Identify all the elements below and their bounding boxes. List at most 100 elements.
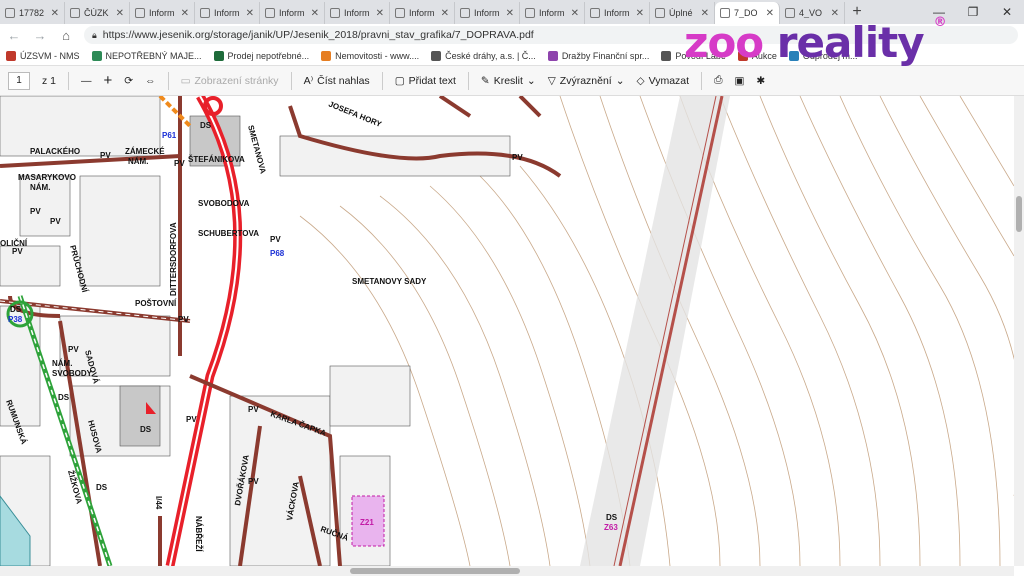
close-window-button[interactable]: ✕: [990, 5, 1024, 19]
label-pv-8: PV: [512, 153, 523, 162]
pdf-toolbar: 1 z 1 — + ⟳ ⇔ ▭ Zobrazení stránky A⁾ Číst …: [0, 66, 1024, 96]
close-icon[interactable]: ✕: [246, 8, 254, 19]
label-schubertova: SCHUBERTOVA: [198, 229, 259, 238]
horizontal-scrollbar[interactable]: [0, 566, 1014, 576]
tab-label: Inform: [604, 8, 630, 18]
close-icon[interactable]: ✕: [181, 8, 189, 19]
tab-label: Inform: [539, 8, 565, 18]
highlight-icon: ▽: [547, 74, 556, 87]
close-icon[interactable]: ✕: [376, 8, 384, 19]
home-icon[interactable]: ⌂: [58, 28, 74, 43]
vertical-scroll-thumb[interactable]: [1016, 196, 1022, 232]
close-icon[interactable]: ✕: [311, 8, 319, 19]
bookmark-item[interactable]: ÚZSVM - NMS: [6, 50, 80, 61]
tab-6[interactable]: Inform ✕: [390, 2, 455, 24]
erase-button[interactable]: ◇ Vymazat: [637, 75, 690, 87]
close-icon[interactable]: ✕: [506, 8, 514, 19]
pin-icon[interactable]: ✱: [756, 75, 765, 87]
chevron-down-icon: ⌄: [526, 74, 536, 87]
fit-page-icon[interactable]: ⇔: [145, 75, 156, 87]
tab-9[interactable]: Inform ✕: [585, 2, 650, 24]
bookmark-icon: [6, 50, 16, 61]
page-view-button[interactable]: ▭ Zobrazení stránky: [181, 75, 279, 87]
label-josefa-hory: JOSEFA HORY: [327, 100, 383, 130]
tab-1[interactable]: ČÚZK ✕: [65, 2, 130, 24]
orange-route: [158, 96, 192, 128]
label-postovni: POŠTOVNÍ: [135, 299, 177, 308]
label-p38: P38: [8, 315, 23, 324]
draw-button[interactable]: ✎ Kreslit ⌄: [481, 75, 536, 87]
label-pv-4: PV: [174, 159, 185, 168]
label-z63: Z63: [604, 523, 618, 532]
bookmark-item[interactable]: Dražby Finanční spr...: [547, 50, 649, 61]
page-number-input[interactable]: 1: [8, 71, 30, 90]
draw-icon: ✎: [480, 74, 490, 87]
tab-3[interactable]: Inform ✕: [195, 2, 260, 24]
horizontal-scroll-thumb[interactable]: [350, 568, 520, 574]
zoom-out-button[interactable]: —: [81, 75, 92, 87]
bookmark-item[interactable]: NEPOTŘEBNÝ MAJE...: [91, 50, 202, 61]
label-i44: I/44: [154, 496, 163, 510]
label-zamecke-2: NÁM.: [128, 157, 148, 166]
tab-5[interactable]: Inform ✕: [325, 2, 390, 24]
label-nabrezi: NÁBŘEŽÍ: [194, 516, 203, 552]
divider: [381, 71, 383, 90]
label-nam-svobody-2: SVOBODY: [52, 369, 93, 378]
close-icon[interactable]: ✕: [51, 8, 59, 19]
bookmark-item[interactable]: Nemovitosti - www....: [321, 50, 419, 61]
rotate-icon[interactable]: ⟳: [124, 75, 133, 87]
page-icon: [590, 8, 600, 18]
save-icon[interactable]: ▣: [734, 75, 744, 87]
label-ds-5: DS: [96, 483, 108, 492]
tab-4[interactable]: Inform ✕: [260, 2, 325, 24]
divider: [167, 71, 169, 90]
close-icon[interactable]: ✕: [831, 8, 839, 19]
bookmark-icon: [321, 50, 332, 61]
tab-label: 17782: [19, 8, 45, 18]
tab-0[interactable]: 17782 ✕: [0, 2, 65, 24]
tab-2[interactable]: Inform ✕: [130, 2, 195, 24]
close-icon[interactable]: ✕: [116, 8, 124, 19]
label-stefanikova: ŠTEFÁNIKOVA: [188, 155, 245, 164]
print-icon[interactable]: ⎙: [714, 74, 722, 87]
tab-8[interactable]: Inform ✕: [520, 2, 585, 24]
zoning-map: PALACKÉHO ZÁMECKÉ NÁM. MASARYKOVO NÁM. Š…: [0, 96, 1014, 566]
page-icon: [460, 8, 470, 18]
bookmark-item[interactable]: Prodej nepotřebné...: [213, 50, 309, 61]
ds-corridor: [580, 96, 730, 566]
bookmark-icon: [431, 50, 442, 61]
zoom-in-button[interactable]: +: [104, 72, 113, 89]
read-aloud-button[interactable]: A⁾ Číst nahlas: [304, 75, 370, 87]
bookmark-item[interactable]: České dráhy, a.s. | Č...: [431, 50, 536, 61]
label-pv-9: PV: [68, 345, 79, 354]
bookmark-icon: [547, 50, 558, 61]
restore-button[interactable]: ❐: [956, 5, 990, 19]
tab-label: Úplné: [669, 8, 693, 18]
close-icon[interactable]: ✕: [701, 8, 709, 19]
label-p61: P61: [162, 131, 177, 140]
close-icon[interactable]: ✕: [636, 8, 644, 19]
back-icon[interactable]: ←: [6, 28, 22, 43]
label-smetanovy-sady: SMETANOVY SADY: [352, 277, 427, 286]
chevron-down-icon: ⌄: [615, 74, 625, 87]
tab-label: Inform: [214, 8, 240, 18]
bookmark-icon: [661, 50, 672, 61]
label-smetanova: SMETANOVA: [246, 124, 268, 175]
watermark-logo: zoo reality ®: [684, 15, 947, 67]
page-icon: [785, 8, 795, 18]
highlight-button[interactable]: ▽ Zvýraznění ⌄: [548, 75, 625, 87]
page-icon: [395, 8, 405, 18]
forward-icon[interactable]: →: [32, 28, 48, 43]
add-text-button[interactable]: ▢ Přidat text: [395, 75, 456, 87]
pdf-map-view[interactable]: PALACKÉHO ZÁMECKÉ NÁM. MASARYKOVO NÁM. Š…: [0, 96, 1014, 566]
label-ds-6: DS: [606, 513, 618, 522]
close-icon[interactable]: ✕: [766, 8, 774, 19]
vertical-scrollbar[interactable]: [1014, 96, 1024, 566]
label-pv-7: PV: [270, 235, 281, 244]
tab-7[interactable]: Inform ✕: [455, 2, 520, 24]
close-icon[interactable]: ✕: [441, 8, 449, 19]
bookmark-icon: [91, 50, 102, 61]
close-icon[interactable]: ✕: [571, 8, 579, 19]
page-icon: [265, 8, 275, 18]
tab-label: 4_VO: [799, 8, 823, 18]
